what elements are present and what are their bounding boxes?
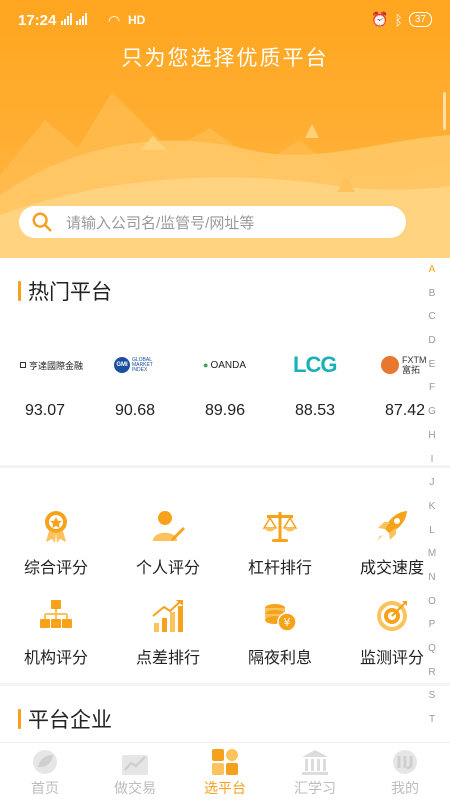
category-overnight-interest[interactable]: ¥ 隔夜利息	[224, 598, 336, 668]
chart-icon	[122, 755, 148, 775]
alpha-T[interactable]: T	[425, 714, 439, 738]
category-institution-rating[interactable]: 机构评分	[0, 598, 112, 668]
hd-indicator: HD	[128, 13, 146, 27]
bank-icon	[302, 750, 328, 775]
search-input[interactable]: 请输入公司名/监管号/网址等	[19, 206, 406, 238]
alpha-F[interactable]: F	[425, 382, 439, 406]
platform-companies-section: 平台企业	[0, 686, 450, 742]
alphabet-index[interactable]: A B C D E F G H I J K L M N O P Q R S T	[425, 264, 439, 738]
coins-icon: ¥	[265, 604, 297, 632]
nav-tab-profile[interactable]: 我的	[360, 743, 450, 800]
alpha-P[interactable]: P	[425, 619, 439, 643]
platform-companies-title: 平台企业	[18, 704, 112, 734]
alpha-O[interactable]: O	[425, 596, 439, 620]
alpha-I[interactable]: I	[425, 454, 439, 478]
alarm-icon: ⏰	[371, 11, 389, 27]
header-banner: 17:24 ◠ HD ⏰ ᛒ 37 只为您选择优质平台 请输入公司名/监管号/网…	[0, 0, 450, 258]
alpha-A[interactable]: A	[425, 264, 439, 288]
nav-tab-trade[interactable]: 做交易	[90, 743, 180, 800]
brand-logo-gmi[interactable]: GMI GLOBAL MARKET INDEX	[114, 350, 153, 380]
category-leverage-ranking[interactable]: 杠杆排行	[224, 508, 336, 578]
alpha-R[interactable]: R	[425, 667, 439, 691]
alpha-L[interactable]: L	[425, 525, 439, 549]
trend-bars-icon	[152, 600, 183, 632]
wifi-icon: ◠	[108, 12, 121, 28]
target-icon	[377, 601, 407, 631]
scrollbar[interactable]	[443, 92, 446, 130]
bluetooth-icon: ᛒ	[394, 11, 403, 28]
alpha-M[interactable]: M	[425, 548, 439, 572]
page-title: 只为您选择优质平台	[121, 47, 329, 70]
person-pen-icon	[153, 511, 185, 541]
scale-icon	[262, 512, 298, 542]
alpha-E[interactable]: E	[425, 359, 439, 383]
alpha-D[interactable]: D	[425, 335, 439, 359]
category-spread-ranking[interactable]: 点差排行	[112, 598, 224, 668]
brand-logo-oanda[interactable]: ● OANDA	[203, 350, 246, 380]
alpha-B[interactable]: B	[425, 288, 439, 312]
org-chart-icon	[40, 600, 72, 628]
brand-logos: 亨達國際金融 GMI GLOBAL MARKET INDEX ● OANDA LCG…	[0, 350, 430, 380]
battery-icon: 37	[408, 12, 432, 27]
signal-icon	[61, 13, 87, 25]
home-leaf-icon	[33, 750, 57, 774]
score-3: 89.96	[204, 402, 246, 419]
alpha-J[interactable]: J	[425, 477, 439, 501]
hot-platforms-title: 热门平台	[18, 276, 112, 306]
bottom-nav: 首页 做交易 选平台 汇学习 我的	[0, 742, 450, 800]
medal-icon	[45, 511, 67, 543]
nav-tab-learn[interactable]: 汇学习	[270, 743, 360, 800]
alpha-K[interactable]: K	[425, 501, 439, 525]
score-1: 93.07	[24, 402, 66, 419]
search-placeholder: 请输入公司名/监管号/网址等	[66, 214, 255, 232]
nav-tab-select-platform[interactable]: 选平台	[180, 743, 270, 800]
category-overall-rating[interactable]: 综合评分	[0, 508, 112, 578]
svg-text:¥: ¥	[284, 616, 291, 629]
brand-logo-hantec[interactable]: 亨達國際金融	[20, 350, 83, 380]
alpha-N[interactable]: N	[425, 572, 439, 596]
score-2: 90.68	[114, 402, 156, 419]
brand-logo-fxtm[interactable]: FXTM 富拓	[381, 350, 427, 380]
hot-platforms-section: 热门平台 亨達國際金融 GMI GLOBAL MARKET INDEX ● OAND…	[0, 258, 450, 465]
alpha-H[interactable]: H	[425, 430, 439, 454]
search-icon	[32, 212, 52, 232]
score-4: 88.53	[294, 402, 336, 419]
nav-tab-home[interactable]: 首页	[0, 743, 90, 800]
alpha-G[interactable]: G	[425, 406, 439, 430]
category-personal-rating[interactable]: 个人评分	[112, 508, 224, 578]
category-grid: 综合评分 个人评分 杠杆排行 成交速度 机构评分 点差排行 ¥ 隔夜利息 监测评…	[0, 468, 450, 683]
rocket-icon	[377, 511, 407, 541]
status-time: 17:24	[18, 12, 57, 29]
status-bar: 17:24 ◠ HD ⏰ ᛒ 37	[0, 0, 450, 40]
profile-icon	[393, 750, 417, 774]
grid-icon	[212, 749, 238, 775]
alpha-C[interactable]: C	[425, 311, 439, 335]
brand-logo-lcg[interactable]: LCG	[293, 350, 337, 380]
alpha-S[interactable]: S	[425, 690, 439, 714]
alpha-Q[interactable]: Q	[425, 643, 439, 667]
